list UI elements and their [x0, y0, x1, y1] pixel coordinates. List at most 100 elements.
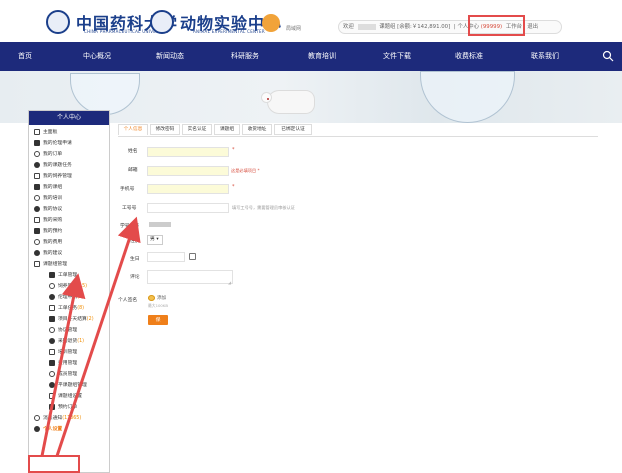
- nav-fees[interactable]: 收费标准: [448, 42, 490, 71]
- sidebar-item-label: 课题组设置: [58, 394, 82, 399]
- table-icon: [49, 381, 55, 388]
- sidebar-item[interactable]: 培训管理: [29, 347, 111, 358]
- sidebar-item[interactable]: 我的饲养管理: [29, 171, 111, 182]
- sidebar-item[interactable]: 我的协议: [29, 204, 111, 215]
- gender-select[interactable]: 男 ▾: [147, 235, 163, 245]
- bio-textarea[interactable]: [147, 270, 233, 284]
- calendar-icon[interactable]: [189, 253, 196, 260]
- tab-bound-auth[interactable]: 已绑定认证: [274, 124, 312, 135]
- separator: |: [453, 24, 456, 30]
- sidebar-item[interactable]: 我的费用: [29, 237, 111, 248]
- check-icon: [34, 161, 40, 168]
- book-icon: [34, 194, 40, 201]
- lan-link[interactable]: 局域网: [286, 25, 301, 32]
- sidebar-item[interactable]: 主面板: [29, 127, 111, 138]
- money-icon: [49, 359, 55, 366]
- upload-label[interactable]: 添加: [157, 295, 166, 301]
- sidebar-item-label: 我的费用: [43, 240, 63, 245]
- sidebar-item-count: (15): [77, 284, 88, 289]
- personal-center-highlight: [468, 15, 525, 36]
- upload-icon[interactable]: [148, 295, 155, 301]
- logout-link[interactable]: 退出: [527, 24, 538, 30]
- nav-about[interactable]: 中心概况: [76, 42, 118, 71]
- sidebar-item[interactable]: 我的课组: [29, 182, 111, 193]
- sidebar-item[interactable]: 成员管理: [29, 369, 111, 380]
- tab-real-name-auth[interactable]: 实名认证: [182, 124, 212, 135]
- sidebar-item[interactable]: 项目冬天结算(2): [29, 314, 111, 325]
- sidebar-item[interactable]: 课题组设置: [29, 391, 111, 402]
- name-input[interactable]: [147, 147, 229, 157]
- clock-icon: [49, 403, 55, 410]
- nav-training[interactable]: 教育培训: [301, 42, 343, 71]
- sidebar-item[interactable]: 我的建议: [29, 248, 111, 259]
- required-mark: *: [232, 147, 235, 153]
- gear-icon: [49, 392, 55, 399]
- sidebar-item[interactable]: 协议管理: [29, 325, 111, 336]
- sidebar-item[interactable]: 工单管理: [29, 270, 111, 281]
- nav-research-service[interactable]: 科研服务: [224, 42, 266, 71]
- email-required-hint: 这是必填项目 *: [231, 168, 260, 173]
- sidebar-item[interactable]: 课题组管理: [29, 259, 111, 270]
- search-icon[interactable]: [602, 50, 614, 62]
- sidebar-item-label: 协议管理: [58, 328, 78, 333]
- sidebar-item[interactable]: 我的预约: [29, 226, 111, 237]
- doc-icon: [49, 326, 55, 333]
- sidebar-item-label: 我的协议: [43, 207, 63, 212]
- bio-label: 评论: [130, 275, 140, 280]
- nav-contact[interactable]: 联系我们: [524, 42, 566, 71]
- sidebar-item[interactable]: 伦理申请(2): [29, 292, 111, 303]
- sidebar-item[interactable]: 个人设置: [29, 424, 111, 435]
- work-id-label: 工号号: [122, 206, 137, 211]
- tab-change-password[interactable]: 修改密码: [150, 124, 180, 135]
- sidebar-item-label: 我的订单: [43, 152, 63, 157]
- edit-icon: [34, 249, 40, 256]
- sidebar-item[interactable]: 预约订单: [29, 402, 111, 413]
- sidebar-item[interactable]: 我的课题任务: [29, 160, 111, 171]
- sidebar-item[interactable]: 饲养管理(15): [29, 281, 111, 292]
- birthday-label: 生日: [130, 257, 140, 262]
- masked-student-id: [149, 222, 171, 227]
- nav-home[interactable]: 首页: [14, 42, 36, 71]
- sidebar-item-label: 伦理申请: [58, 295, 78, 300]
- box-icon: [49, 337, 55, 344]
- personal-settings-highlight: [28, 455, 80, 473]
- work-id-input[interactable]: [147, 203, 229, 213]
- sidebar-item[interactable]: 费用管理: [29, 358, 111, 369]
- sidebar-item[interactable]: 消息通知(11365): [29, 413, 111, 424]
- nav-downloads[interactable]: 文件下载: [376, 42, 418, 71]
- sidebar-item-label: 饲养管理: [58, 284, 78, 289]
- dropdown-icon: ▾: [156, 237, 159, 242]
- team-icon: [34, 260, 40, 267]
- site-header: 中国药科大学 CHINA PHARMACEUTICAL UNIVERSITY 动…: [0, 0, 622, 42]
- sidebar-item-label: 我的伦理申请: [43, 141, 72, 146]
- money-icon: [34, 238, 40, 245]
- group-icon: [34, 183, 40, 190]
- sidebar-item[interactable]: 我的订单: [29, 149, 111, 160]
- sidebar-item-label: 我的培训: [43, 196, 63, 201]
- save-button[interactable]: 保存: [148, 315, 168, 333]
- email-input[interactable]: [147, 166, 229, 176]
- nav-news[interactable]: 新闻动态: [149, 42, 191, 71]
- flask-shape: [70, 73, 140, 115]
- sidebar-item-label: 主面板: [43, 130, 58, 135]
- sidebar-item[interactable]: 我的采购: [29, 215, 111, 226]
- sidebar-item[interactable]: 平课题组管理: [29, 380, 111, 391]
- sidebar-item[interactable]: 我的培训: [29, 193, 111, 204]
- sidebar-item-count: (2): [77, 295, 84, 300]
- required-mark: *: [232, 184, 235, 190]
- tab-personal-info[interactable]: 个人信息: [118, 124, 148, 135]
- sidebar-item-count: (1): [77, 339, 84, 344]
- sidebar-item[interactable]: 我的伦理申请: [29, 138, 111, 149]
- sidebar-item[interactable]: 采购退货(1): [29, 336, 111, 347]
- sidebar-item[interactable]: 工单任务(8): [29, 303, 111, 314]
- tab-shipping-address[interactable]: 收货地址: [242, 124, 272, 135]
- sidebar-item-label: 项目冬天结算: [58, 317, 87, 322]
- birthday-input[interactable]: [147, 252, 185, 262]
- gear-icon: [49, 282, 55, 289]
- tab-research-group[interactable]: 课题组: [214, 124, 240, 135]
- heart-icon: [34, 139, 40, 146]
- resize-handle-icon[interactable]: ◢: [228, 280, 231, 285]
- sidebar-item-label: 消息通知: [43, 416, 63, 421]
- doc-icon: [34, 205, 40, 212]
- phone-input[interactable]: [147, 184, 229, 194]
